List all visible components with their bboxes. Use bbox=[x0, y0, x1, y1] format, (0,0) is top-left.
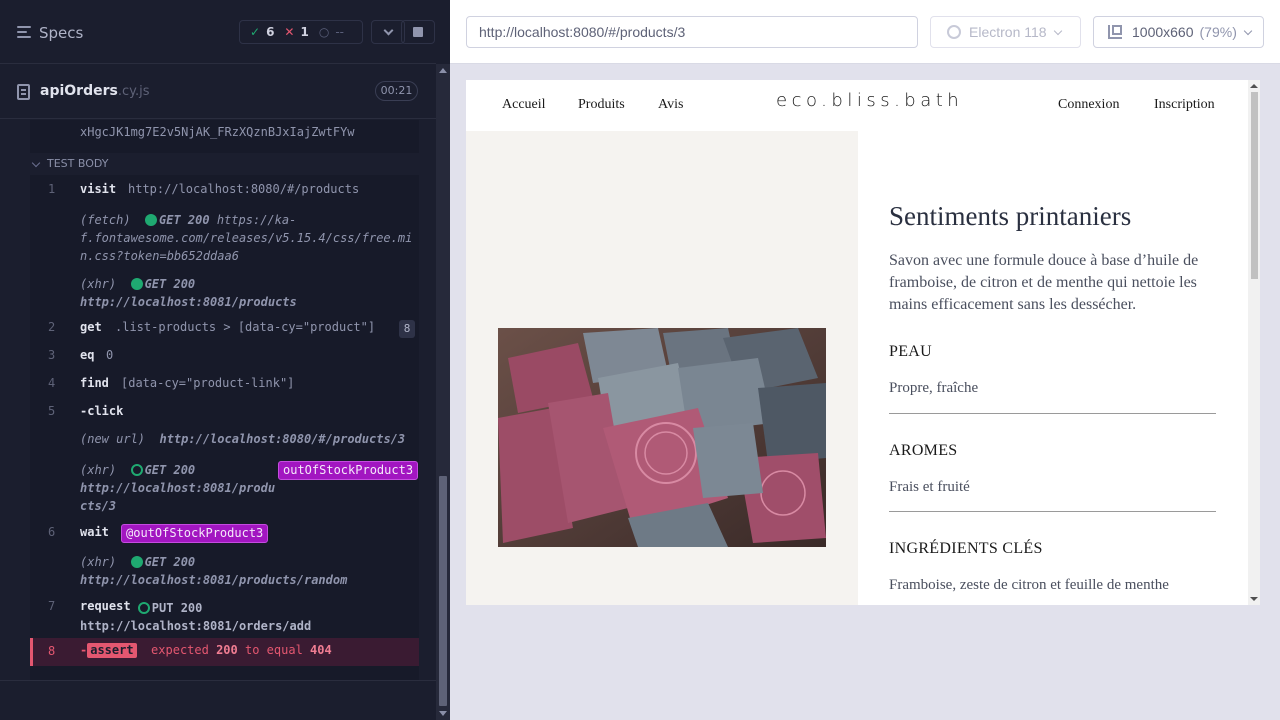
product-image-panel bbox=[466, 131, 858, 605]
menu-icon[interactable] bbox=[17, 26, 31, 38]
test-body-header[interactable]: TEST BODY bbox=[30, 153, 419, 175]
url-bar[interactable]: http://localhost:8080/#/products/3 bbox=[466, 16, 918, 48]
site-logo[interactable]: eco.bliss.bath bbox=[776, 90, 963, 111]
nav-inscription[interactable]: Inscription bbox=[1154, 97, 1215, 113]
collapse-button[interactable] bbox=[371, 20, 405, 44]
browser-selector[interactable]: Electron 118 bbox=[930, 16, 1081, 48]
pending-dot-icon bbox=[137, 602, 150, 614]
app-scrollbar[interactable] bbox=[1248, 80, 1260, 605]
chevron-down-icon bbox=[31, 158, 41, 168]
success-dot-icon bbox=[145, 214, 158, 226]
scroll-up-icon[interactable] bbox=[1250, 84, 1258, 88]
chevron-down-icon bbox=[383, 25, 393, 35]
chevron-down-icon bbox=[1243, 26, 1253, 35]
pending-stat: ○ -- bbox=[318, 25, 344, 39]
scroll-down-icon[interactable] bbox=[439, 711, 447, 716]
check-icon: ✓ bbox=[250, 25, 261, 39]
reporter-panel: Specs ✓ 6 ✕ 1 ○ -- apiOrders.cy.js 00:21 xH… bbox=[0, 0, 450, 720]
nav-produits[interactable]: Produits bbox=[578, 97, 625, 113]
nav-accueil[interactable]: Accueil bbox=[502, 97, 546, 113]
specs-label[interactable]: Specs bbox=[39, 24, 83, 42]
x-icon: ✕ bbox=[284, 25, 295, 39]
file-icon bbox=[17, 84, 30, 100]
pending-icon: ○ bbox=[318, 25, 330, 39]
stop-button[interactable] bbox=[401, 20, 435, 44]
test-stats: ✓ 6 ✕ 1 ○ -- bbox=[239, 20, 363, 44]
section-value: Propre, fraîche bbox=[889, 380, 979, 396]
success-dot-icon bbox=[130, 278, 143, 290]
section-value: Framboise, zeste de citron et feuille de… bbox=[889, 577, 1169, 593]
success-dot-icon bbox=[130, 556, 143, 568]
assert-badge: assert bbox=[87, 643, 137, 658]
scroll-thumb[interactable] bbox=[439, 476, 447, 706]
nav-connexion[interactable]: Connexion bbox=[1058, 97, 1119, 113]
product-title: Sentiments printaniers bbox=[889, 201, 1132, 231]
stop-icon bbox=[413, 27, 423, 37]
scroll-down-icon[interactable] bbox=[1250, 597, 1258, 601]
chevron-down-icon bbox=[1053, 26, 1062, 35]
reporter-scrollbar[interactable] bbox=[436, 64, 450, 720]
token-text: xHgcJK1mg7E2v5NjAK_FRzXQznBJxIajZwtFYw bbox=[80, 125, 355, 139]
viewport-icon bbox=[1108, 25, 1122, 39]
failed-stat: ✕ 1 bbox=[284, 25, 309, 39]
count-badge: 8 bbox=[399, 320, 415, 338]
pending-dot-icon bbox=[130, 464, 143, 476]
section-title: INGRÉDIENTS CLÉS bbox=[889, 540, 1043, 557]
scroll-up-icon[interactable] bbox=[439, 68, 447, 73]
command-log: xHgcJK1mg7E2v5NjAK_FRzXQznBJxIajZwtFYw T… bbox=[30, 120, 419, 680]
alias-badge: @outOfStockProduct3 bbox=[121, 524, 269, 543]
product-description: Savon avec une formule douce à base d’hu… bbox=[889, 252, 1199, 313]
spec-file-name[interactable]: apiOrders.cy.js bbox=[40, 83, 149, 99]
app-under-test: Accueil Produits Avis eco.bliss.bath Con… bbox=[466, 80, 1260, 605]
passed-stat: ✓ 6 bbox=[250, 25, 275, 39]
nav-avis[interactable]: Avis bbox=[658, 97, 683, 113]
assert-row-failed[interactable]: 8 - assert expected 200 to equal 404 bbox=[30, 638, 419, 666]
viewport-selector[interactable]: 1000x660 (79%) bbox=[1093, 16, 1264, 48]
divider bbox=[889, 413, 1216, 414]
section-title: AROMES bbox=[889, 442, 958, 459]
browser-panel: http://localhost:8080/#/products/3 Elect… bbox=[450, 0, 1280, 720]
duration-badge: 00:21 bbox=[375, 81, 418, 101]
electron-icon bbox=[947, 25, 961, 39]
reporter-footer bbox=[0, 680, 436, 720]
scroll-thumb[interactable] bbox=[1251, 92, 1258, 279]
section-title: PEAU bbox=[889, 343, 932, 360]
reporter-header: Specs ✓ 6 ✕ 1 ○ -- bbox=[0, 0, 436, 64]
spec-header: apiOrders.cy.js 00:21 bbox=[0, 65, 436, 119]
alias-badge: outOfStockProduct3 bbox=[278, 461, 419, 480]
product-image bbox=[498, 328, 826, 547]
section-value: Frais et fruité bbox=[889, 479, 970, 495]
browser-toolbar: http://localhost:8080/#/products/3 Elect… bbox=[450, 0, 1280, 64]
divider bbox=[889, 511, 1216, 512]
